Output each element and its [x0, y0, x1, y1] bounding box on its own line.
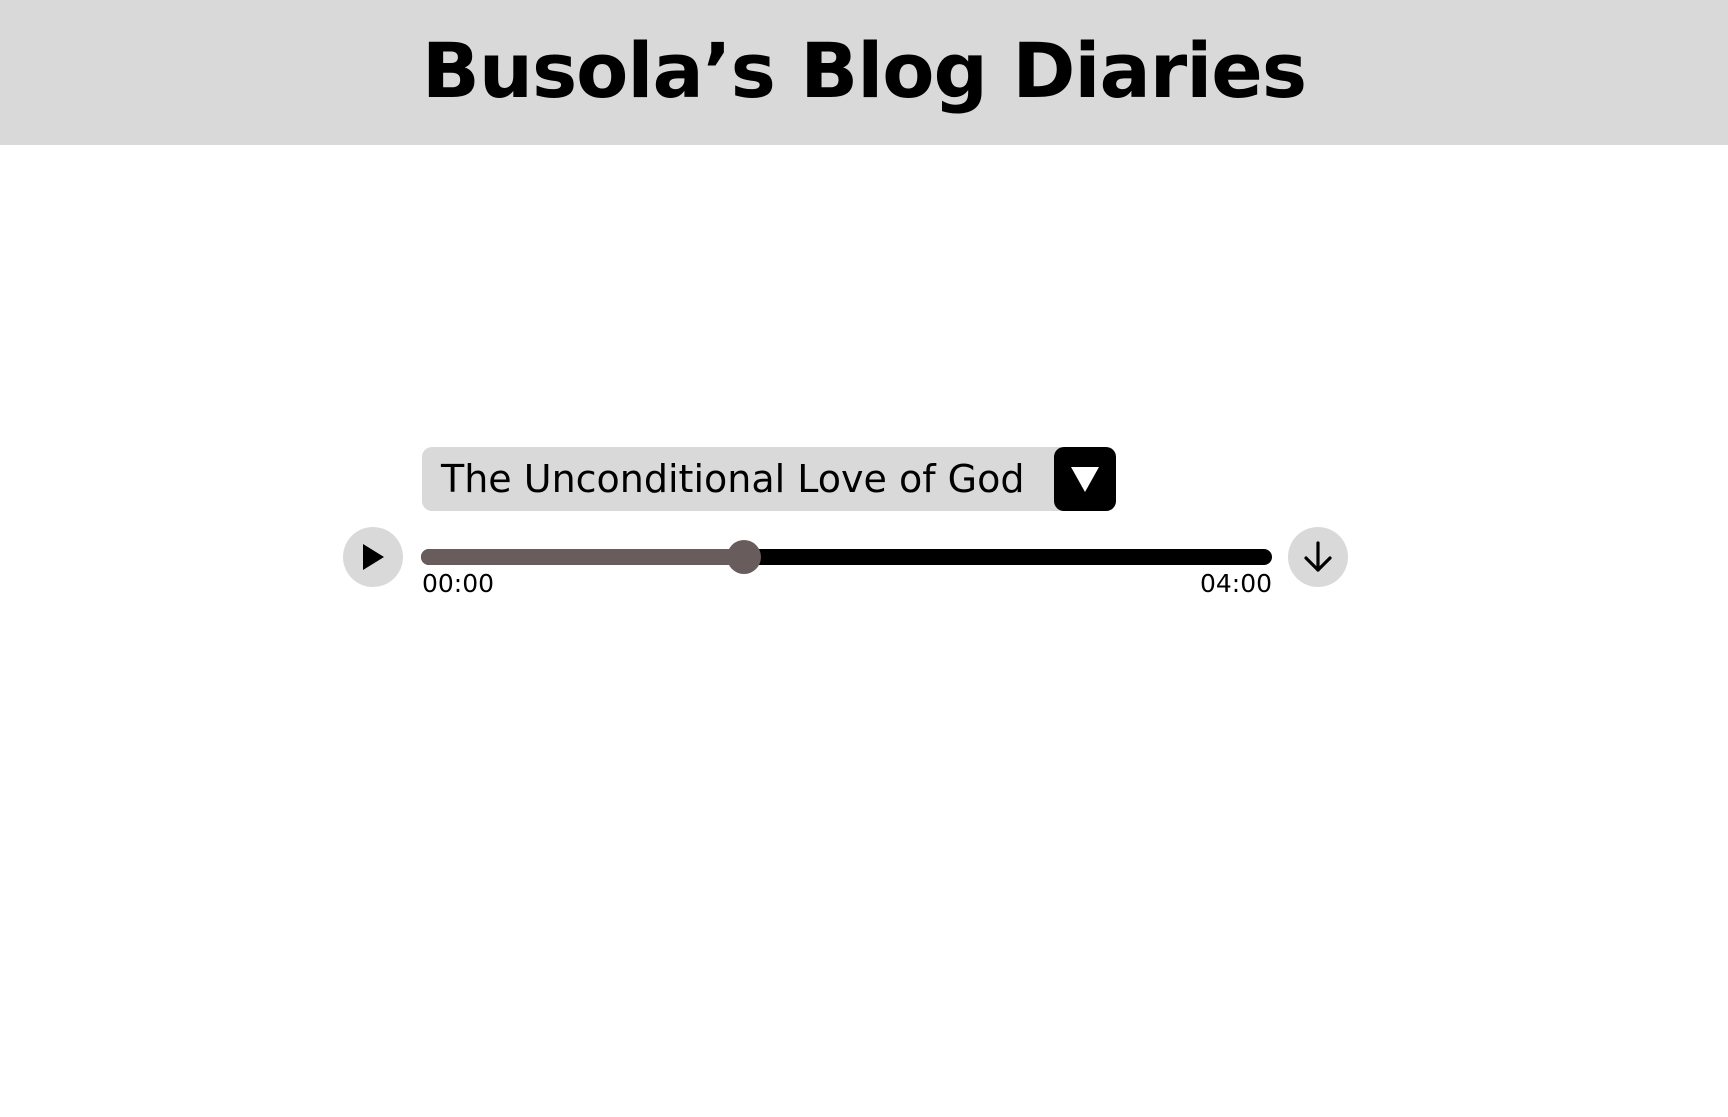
triangle-down-icon: [1071, 467, 1099, 492]
track-title: The Unconditional Love of God: [441, 457, 1025, 501]
arrow-down-icon: [1304, 541, 1332, 572]
progress-thumb[interactable]: [727, 540, 762, 574]
play-icon: [363, 544, 384, 570]
current-time: 00:00: [422, 569, 495, 598]
download-button[interactable]: [1288, 527, 1348, 587]
progress-fill: [421, 549, 745, 565]
track-select[interactable]: The Unconditional Love of God: [422, 447, 1116, 511]
site-header: Busola’s Blog Diaries: [0, 0, 1728, 145]
progress-slider[interactable]: [421, 540, 1272, 574]
dropdown-button[interactable]: [1054, 447, 1116, 511]
total-time: 04:00: [1199, 569, 1272, 598]
play-button[interactable]: [343, 527, 403, 587]
page-title: Busola’s Blog Diaries: [421, 25, 1307, 115]
